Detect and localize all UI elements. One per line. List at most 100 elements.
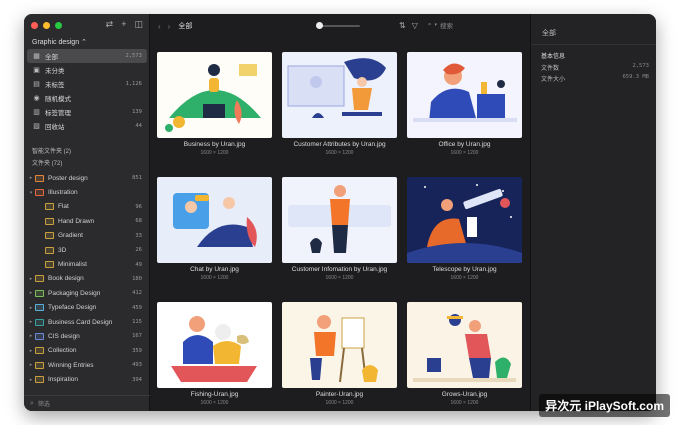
app-window: ⇄ + ◫ Graphic design ⌃ ▦ 全部 2,573 ▣ 未分类 … (24, 14, 656, 411)
file-dimensions: 1600 × 1200 (325, 400, 354, 406)
search-input[interactable]: ⌕ ▾ 搜索 (428, 20, 453, 30)
watermark: 异次元 iPlaySoft.com (539, 394, 670, 417)
folder-item[interactable]: Gradient 33 (27, 229, 147, 243)
sidebar-item-unsorted[interactable]: ▣ 未分类 (27, 63, 147, 77)
library-switcher[interactable]: Graphic design ⌃ (32, 38, 87, 46)
folder-item[interactable]: ▸ Book design 180 (27, 272, 147, 286)
folder-item[interactable]: Flat 96 (27, 200, 147, 214)
toolbar: ‹ › 全部 ⇅ ▽ ⌕ ▾ 搜索 (150, 14, 530, 38)
thumbnail[interactable] (157, 302, 272, 388)
grid-item[interactable]: Business by Uran.jpg 1600 × 1200 (157, 52, 272, 156)
add-icon[interactable]: + (121, 19, 126, 30)
folder-icon (35, 318, 44, 326)
grid-icon: ▦ (33, 53, 40, 60)
disclosure-icon[interactable]: ▸ (27, 290, 35, 296)
folder-item[interactable]: ▸ Business Card Design 115 (27, 315, 147, 329)
disclosure-icon[interactable]: ▸ (27, 377, 35, 383)
folder-count: 412 (132, 290, 142, 297)
thumbnail[interactable] (157, 177, 272, 263)
forward-icon[interactable]: › (168, 22, 171, 31)
folder-label: Poster design (48, 174, 88, 182)
folder-icon (35, 189, 44, 197)
filter-label: 筛选 (37, 402, 50, 408)
trash-icon: ▧ (33, 123, 40, 130)
inspector-title: 全部 (542, 30, 556, 37)
filter-search-icon: ⌕ (30, 399, 34, 407)
folder-count: 33 (135, 232, 142, 239)
sidebar-item-all[interactable]: ▦ 全部 2,573 (27, 49, 147, 63)
disclosure-icon[interactable]: ▸ (27, 333, 35, 339)
folder-item[interactable]: ▸ CIS design 167 (27, 329, 147, 343)
smart-folders-header[interactable]: 智能文件夹 (2) (32, 146, 71, 155)
thumbnail[interactable] (407, 302, 522, 388)
folder-icon (45, 217, 54, 225)
thumbnail[interactable] (282, 52, 397, 138)
grid-item[interactable]: Telescope by Uran.jpg 1600 × 1200 (407, 177, 522, 281)
folder-item[interactable]: ▸ Typeface Design 459 (27, 301, 147, 315)
random-icon: ◉ (33, 95, 40, 102)
sidebar-item-untagged[interactable]: ▤ 未标签 1,126 (27, 77, 147, 91)
basic-info-heading: 基本信息 (541, 54, 566, 60)
disclosure-icon[interactable]: ▾ (27, 190, 35, 196)
back-icon[interactable]: ‹ (158, 22, 161, 31)
sidebar-nav: ▦ 全部 2,573 ▣ 未分类 ▤ 未标签 1,126 ◉ 随机模式 ▥ 标签… (27, 49, 147, 133)
folder-icon (35, 332, 44, 340)
folder-count: 49 (135, 261, 142, 268)
thumbnail[interactable] (282, 177, 397, 263)
folder-item[interactable]: ▸ Poster design 851 (27, 171, 147, 185)
disclosure-icon[interactable]: ▸ (27, 348, 35, 354)
inspector-panel: 全部 基本信息 文件数 2,573 文件大小 659.3 MB (530, 14, 656, 411)
disclosure-icon[interactable]: ▸ (27, 305, 35, 311)
thumbnail[interactable] (407, 52, 522, 138)
sidebar-toggle-icon[interactable]: ◫ (134, 19, 143, 30)
disclosure-icon[interactable]: ▸ (27, 362, 35, 368)
sidebar-item-tag-manager[interactable]: ▥ 标签管理 139 (27, 105, 147, 119)
sidebar-item-count: 2,573 (125, 53, 142, 59)
folder-count: 96 (135, 203, 142, 210)
grid-item[interactable]: Painter-Uran.jpg 1600 × 1200 (282, 302, 397, 406)
grid-item[interactable]: Chat by Uran.jpg 1600 × 1200 (157, 177, 272, 281)
info-value: 2,573 (632, 63, 649, 69)
sidebar-item-trash[interactable]: ▧ 回收站 44 (27, 119, 147, 133)
folder-item[interactable]: ▾ Illustration (27, 185, 147, 199)
thumbnail[interactable] (282, 302, 397, 388)
divider (531, 44, 656, 45)
filter-bar[interactable]: ⌕ 筛选 (24, 395, 150, 411)
folder-count: 26 (135, 247, 142, 254)
file-dimensions: 1600 × 1200 (200, 400, 229, 406)
sidebar-actions: ⇄ + ◫ (106, 19, 143, 30)
close-icon[interactable] (31, 22, 38, 29)
grid-item[interactable]: Office by Uran.jpg 1600 × 1200 (407, 52, 522, 156)
folder-item[interactable]: ▸ Packaging Design 412 (27, 286, 147, 300)
minimize-icon[interactable] (43, 22, 50, 29)
folder-item[interactable]: ▸ Collection 359 (27, 344, 147, 358)
info-key: 文件数 (541, 66, 560, 72)
sort-icon[interactable]: ⇅ (399, 21, 406, 30)
sidebar-item-count: 139 (132, 109, 142, 115)
folder-item[interactable]: ▸ Inspiration 394 (27, 372, 147, 386)
folder-item[interactable]: 3D 26 (27, 243, 147, 257)
disclosure-icon[interactable]: ▸ (27, 175, 35, 181)
disclosure-icon[interactable]: ▸ (27, 319, 35, 325)
grid-item[interactable]: Fishing-Uran.jpg 1600 × 1200 (157, 302, 272, 406)
folder-icon (45, 246, 54, 254)
grid-item[interactable]: Grows-Uran.jpg 1600 × 1200 (407, 302, 522, 406)
sidebar-item-label: 标签管理 (45, 110, 71, 117)
folder-item[interactable]: ▸ Winning Entries 493 (27, 358, 147, 372)
search-chevron-icon: ▾ (434, 22, 438, 28)
grid-item[interactable]: Customer Infomation by Uran.jpg 1600 × 1… (282, 177, 397, 281)
disclosure-icon[interactable]: ▸ (27, 276, 35, 282)
zoom-icon[interactable] (55, 22, 62, 29)
slider-knob[interactable] (316, 22, 323, 29)
swap-icon[interactable]: ⇄ (106, 19, 114, 30)
grid-item[interactable]: Customer Attributes by Uran.jpg 1600 × 1… (282, 52, 397, 156)
thumbnail-size-slider[interactable] (316, 22, 360, 29)
folder-label: CIS design (48, 332, 80, 340)
folders-header[interactable]: 文件夹 (72) (32, 158, 62, 167)
folder-item[interactable]: Minimalist 49 (27, 257, 147, 271)
filter-icon[interactable]: ▽ (412, 21, 418, 30)
thumbnail[interactable] (407, 177, 522, 263)
sidebar-item-random[interactable]: ◉ 随机模式 (27, 91, 147, 105)
folder-item[interactable]: Hand Drawn 68 (27, 214, 147, 228)
thumbnail[interactable] (157, 52, 272, 138)
